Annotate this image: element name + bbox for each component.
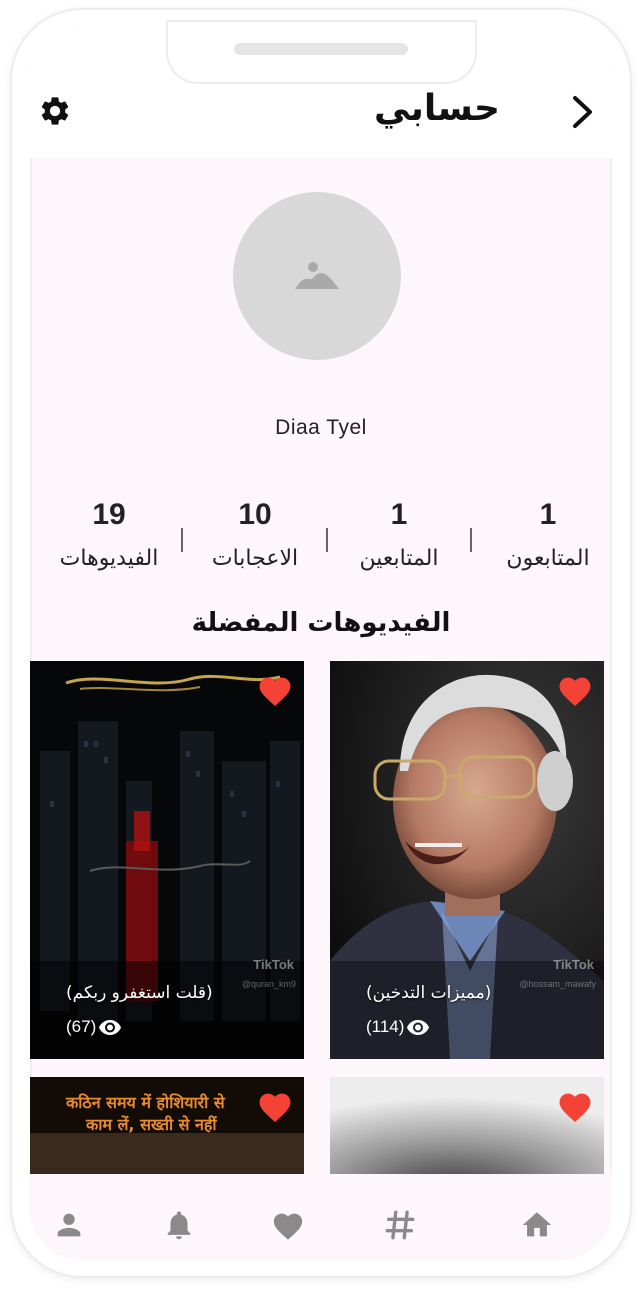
stat-value: 19 [92, 498, 126, 531]
video-card[interactable]: कठिन समय में होशियारी से काम लें, सख्ती … [30, 1077, 304, 1177]
stat-following[interactable]: 1 المتابعين [324, 498, 474, 571]
heart-icon[interactable] [256, 1089, 294, 1123]
video-card[interactable]: TikTok @quran_km9 (قلت استغفرو ربكم) (67… [30, 661, 304, 1059]
view-count: (114) [366, 1017, 430, 1037]
video-caption: (مميزات التدخين) [366, 983, 492, 1003]
watermark-user: @hossam_mawafy [519, 979, 596, 989]
overlay-text-line: काम लें, सख्ती से नहीं [86, 1115, 217, 1134]
heart-icon[interactable] [271, 1208, 305, 1242]
stat-likes[interactable]: 10 الاعجابات [180, 498, 330, 571]
heart-icon[interactable] [256, 673, 294, 707]
video-card[interactable] [330, 1077, 604, 1177]
view-count-value: (67) [66, 1017, 97, 1036]
chevron-right-icon[interactable] [570, 94, 596, 130]
username: Diaa Tyel [275, 416, 367, 439]
watermark: TikTok [553, 957, 594, 972]
screen: حسابي Diaa Tyel 1 المتابعون 1 المتابعين … [30, 24, 612, 1260]
watermark: TikTok [253, 957, 294, 972]
video-caption: (قلت استغفرو ربكم) [66, 983, 213, 1003]
watermark-user: @quran_km9 [241, 979, 296, 989]
person-icon[interactable] [52, 1208, 86, 1242]
video-card[interactable]: TikTok @hossam_mawafy (مميزات التدخين) (… [330, 661, 604, 1059]
stat-label: الاعجابات [211, 546, 299, 571]
video-scene [30, 1133, 304, 1177]
heart-icon[interactable] [556, 1089, 594, 1123]
stat-value: 10 [238, 498, 272, 531]
home-icon[interactable] [520, 1208, 554, 1242]
profile-stats: 1 المتابعون 1 المتابعين 10 الاعجابات 19 … [30, 498, 612, 588]
phone-notch [168, 22, 475, 82]
speaker-grille [234, 43, 408, 55]
stat-label: المتابعين [359, 546, 439, 571]
stat-followers[interactable]: 1 المتابعون [473, 498, 612, 571]
favorites-title: الفيديوهات المفضلة [191, 608, 451, 638]
eye-icon [99, 1020, 122, 1035]
overlay-text-line: कठिन समय में होशियारी से [66, 1093, 225, 1112]
stat-label: الفيديوهات [59, 546, 159, 571]
stat-value: 1 [390, 498, 408, 531]
heart-icon[interactable] [556, 673, 594, 707]
avatar[interactable] [233, 192, 401, 360]
view-count-value: (114) [366, 1017, 405, 1036]
stat-videos[interactable]: 19 الفيديوهات [34, 498, 184, 571]
page-title: حسابي [373, 88, 500, 129]
stat-value: 1 [539, 498, 557, 531]
view-count: (67) [66, 1017, 122, 1037]
bell-icon[interactable] [162, 1208, 196, 1242]
eye-icon [407, 1020, 430, 1035]
gear-icon[interactable] [38, 94, 72, 128]
image-placeholder-icon [295, 262, 339, 289]
stat-label: المتابعون [506, 546, 590, 571]
hashtag-icon[interactable] [383, 1208, 417, 1242]
bottom-nav [30, 1174, 612, 1260]
